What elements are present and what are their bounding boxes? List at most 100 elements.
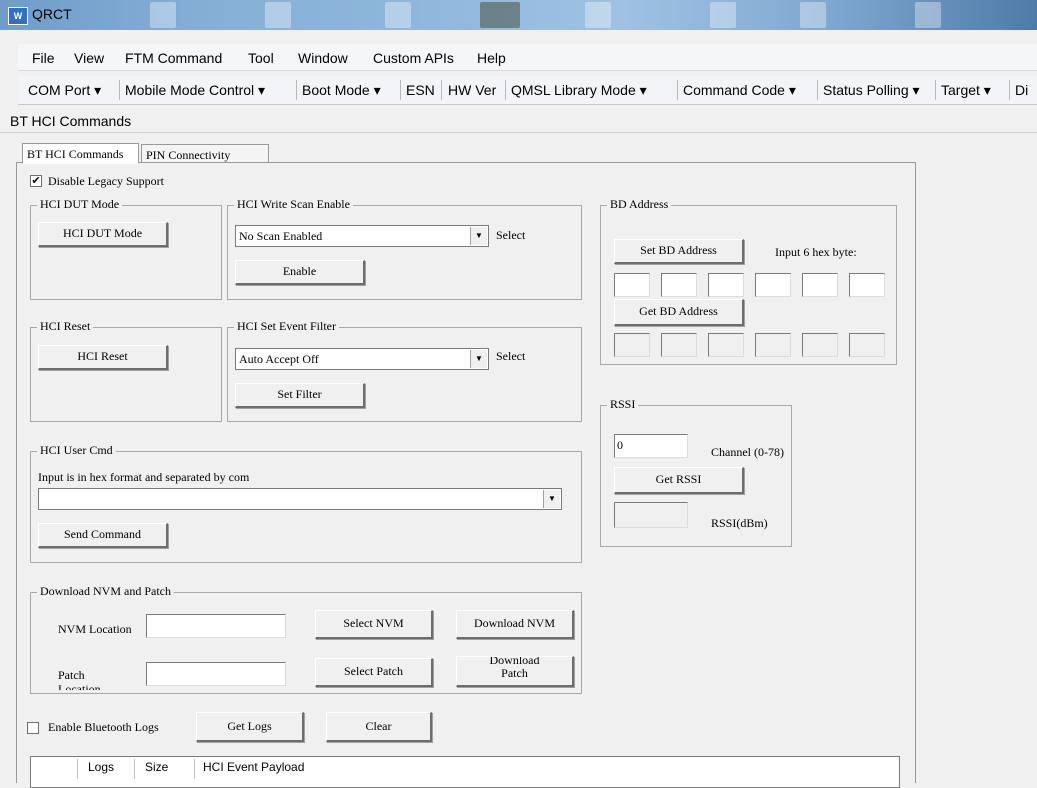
patch-location-input[interactable] <box>146 662 286 686</box>
bd-address-byte-3[interactable] <box>708 273 744 297</box>
bd-address-out-4 <box>755 333 791 357</box>
toolbar: COM Port ▾ Mobile Mode Control ▾ Boot Mo… <box>18 76 1037 105</box>
column-separator <box>134 759 135 779</box>
bd-address-out-6 <box>849 333 885 357</box>
menu-file[interactable]: File <box>32 50 55 66</box>
scan-mode-value: No Scan Enabled <box>239 229 323 243</box>
chevron-down-icon[interactable]: ▼ <box>470 227 487 245</box>
disable-legacy-label: Disable Legacy Support <box>48 174 164 188</box>
chevron-down-icon[interactable]: ▼ <box>470 350 487 368</box>
menu-ftm-command[interactable]: FTM Command <box>125 50 222 66</box>
group-label: HCI DUT Mode <box>37 197 123 212</box>
disable-legacy-checkbox[interactable]: ✔ <box>30 175 42 187</box>
title-bar <box>0 0 1037 30</box>
download-patch-button[interactable]: Download Patch <box>456 656 574 687</box>
logs-table[interactable]: Logs Size HCI Event Payload <box>30 756 900 788</box>
hci-reset-button[interactable]: HCI Reset <box>38 345 168 370</box>
document-title: BT HCI Commands <box>10 113 132 129</box>
channel-label: Channel (0-78) <box>711 445 784 459</box>
group-label: RSSI <box>607 397 639 412</box>
bd-address-out-3 <box>708 333 744 357</box>
mobile-mode-control-dropdown[interactable]: Mobile Mode Control ▾ <box>125 82 265 99</box>
toolbar-separator <box>677 80 678 100</box>
rssi-value-output <box>614 502 688 528</box>
rssi-unit-label: RSSI(dBm) <box>711 516 768 530</box>
group-label: HCI Reset <box>37 319 94 334</box>
toolbar-separator <box>296 80 297 100</box>
toolbar-separator <box>1009 80 1010 100</box>
group-label: HCI Write Scan Enable <box>234 197 353 212</box>
channel-input[interactable]: 0 <box>614 434 688 458</box>
filter-select-label: Select <box>496 349 526 363</box>
hci-write-scan-enable-group: HCI Write Scan Enable <box>227 197 582 300</box>
menu-view[interactable]: View <box>74 50 104 66</box>
command-code-dropdown[interactable]: Command Code ▾ <box>683 82 796 99</box>
patch-location-label-line2: Location <box>58 682 101 690</box>
get-bd-address-button[interactable]: Get BD Address <box>614 299 744 326</box>
boot-mode-dropdown[interactable]: Boot Mode ▾ <box>302 82 381 99</box>
toolbar-overflow-item[interactable]: Di <box>1015 82 1028 98</box>
select-patch-button[interactable]: Select Patch <box>315 658 433 687</box>
esn-button[interactable]: ESN <box>406 82 435 98</box>
menu-custom-apis[interactable]: Custom APIs <box>373 50 454 66</box>
enable-bluetooth-logs-label: Enable Bluetooth Logs <box>48 720 159 734</box>
nvm-location-input[interactable] <box>146 614 286 638</box>
bd-address-byte-5[interactable] <box>802 273 838 297</box>
window-title: QRCT <box>32 6 72 22</box>
menu-help[interactable]: Help <box>477 50 506 66</box>
tab-pin-connectivity[interactable]: PIN Connectivity <box>141 144 269 164</box>
group-label: BD Address <box>607 197 672 212</box>
toolbar-separator <box>400 80 401 100</box>
set-bd-address-button[interactable]: Set BD Address <box>614 239 744 264</box>
divider <box>0 132 1037 133</box>
toolbar-separator <box>817 80 818 100</box>
get-logs-button[interactable]: Get Logs <box>196 712 304 742</box>
toolbar-separator <box>119 80 120 100</box>
download-nvm-button[interactable]: Download NVM <box>456 610 574 639</box>
bd-address-byte-6[interactable] <box>849 273 885 297</box>
bd-address-byte-4[interactable] <box>755 273 791 297</box>
user-cmd-input[interactable]: ▼ <box>38 488 562 510</box>
column-header-size[interactable]: Size <box>145 760 168 774</box>
menu-tool[interactable]: Tool <box>248 50 274 66</box>
bd-address-out-2 <box>661 333 697 357</box>
select-nvm-button[interactable]: Select NVM <box>315 610 433 639</box>
hci-dut-mode-group: HCI DUT Mode <box>30 197 222 300</box>
chevron-down-icon[interactable]: ▼ <box>543 490 560 508</box>
target-dropdown[interactable]: Target ▾ <box>941 82 991 99</box>
clear-button[interactable]: Clear <box>326 712 432 742</box>
patch-location-label-line1: Patch <box>58 668 85 682</box>
app-icon: W <box>8 7 28 25</box>
download-patch-label-line2: Patch <box>501 666 528 680</box>
bd-address-byte-1[interactable] <box>614 273 650 297</box>
event-filter-select[interactable]: Auto Accept Off ▼ <box>235 348 489 370</box>
scan-select-label: Select <box>496 228 526 242</box>
enable-button[interactable]: Enable <box>235 260 365 285</box>
bd-address-out-1 <box>614 333 650 357</box>
menu-window[interactable]: Window <box>298 50 348 66</box>
bd-address-out-5 <box>802 333 838 357</box>
bd-address-byte-2[interactable] <box>661 273 697 297</box>
scan-mode-select[interactable]: No Scan Enabled ▼ <box>235 225 489 247</box>
get-rssi-button[interactable]: Get RSSI <box>614 467 744 494</box>
qmsl-library-mode-dropdown[interactable]: QMSL Library Mode ▾ <box>511 82 647 99</box>
column-header-hci-event-payload[interactable]: HCI Event Payload <box>203 760 304 774</box>
tab-bt-hci-commands[interactable]: BT HCI Commands <box>22 143 139 164</box>
hw-ver-button[interactable]: HW Ver <box>448 82 496 98</box>
column-separator <box>194 759 195 779</box>
set-filter-button[interactable]: Set Filter <box>235 383 365 408</box>
event-filter-value: Auto Accept Off <box>239 352 319 366</box>
menu-bar: File View FTM Command Tool Window Custom… <box>18 44 1037 71</box>
hci-reset-group: HCI Reset <box>30 319 222 422</box>
bd-address-input-label: Input 6 hex byte: <box>775 245 857 259</box>
nvm-location-label: NVM Location <box>58 622 132 636</box>
column-header-logs[interactable]: Logs <box>88 760 114 774</box>
group-label: Download NVM and Patch <box>37 584 174 599</box>
column-separator <box>77 759 78 779</box>
enable-bluetooth-logs-checkbox[interactable] <box>27 722 39 734</box>
group-label: HCI User Cmd <box>37 443 116 458</box>
hci-dut-mode-button[interactable]: HCI DUT Mode <box>38 222 168 247</box>
send-command-button[interactable]: Send Command <box>38 523 168 548</box>
com-port-dropdown[interactable]: COM Port ▾ <box>28 82 101 99</box>
status-polling-dropdown[interactable]: Status Polling ▾ <box>823 82 920 99</box>
